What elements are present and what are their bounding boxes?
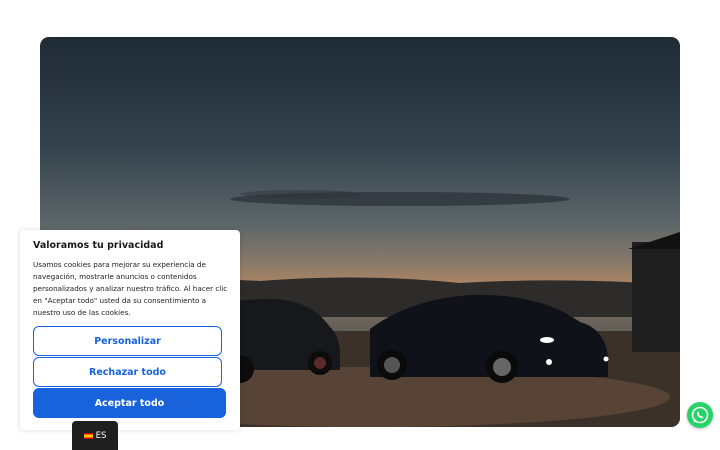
- cookie-description: Usamos cookies para mejorar su experienc…: [33, 260, 228, 317]
- language-switcher[interactable]: ES: [72, 421, 118, 450]
- whatsapp-button[interactable]: [687, 402, 713, 428]
- cookie-consent-banner: Valoramos tu privacidad Usamos cookies p…: [20, 230, 240, 430]
- customize-button[interactable]: Personalizar: [33, 326, 222, 356]
- spain-flag-icon: [83, 432, 93, 439]
- cookie-title: Valoramos tu privacidad: [33, 240, 164, 251]
- accept-all-button[interactable]: Aceptar todo: [33, 388, 226, 418]
- reject-all-button[interactable]: Rechazar todo: [33, 357, 222, 387]
- language-label: ES: [95, 430, 107, 441]
- whatsapp-icon: [691, 406, 709, 424]
